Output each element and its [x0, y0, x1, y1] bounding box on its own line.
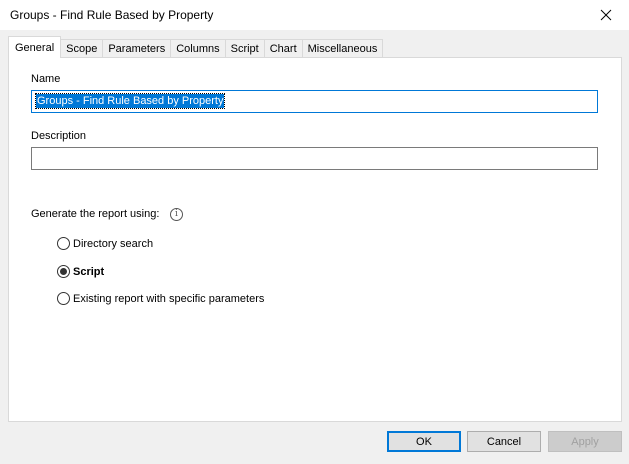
- close-button[interactable]: [583, 0, 629, 30]
- button-bar: OK Cancel Apply: [0, 422, 629, 464]
- title-bar: Groups - Find Rule Based by Property: [0, 0, 629, 30]
- tab-scope[interactable]: Scope: [60, 39, 104, 58]
- radio-directory-search[interactable]: [57, 237, 70, 250]
- cancel-button[interactable]: Cancel: [467, 431, 541, 452]
- name-value: Groups - Find Rule Based by Property: [34, 93, 226, 109]
- close-icon: [600, 9, 612, 21]
- description-field[interactable]: [31, 147, 598, 170]
- name-label: Name: [31, 73, 61, 85]
- info-icon[interactable]: i: [170, 208, 183, 221]
- apply-button[interactable]: Apply: [548, 431, 622, 452]
- tab-columns[interactable]: Columns: [170, 39, 226, 58]
- description-label: Description: [31, 130, 87, 142]
- option-existing-report[interactable]: Existing report with specific parameters: [57, 292, 264, 305]
- option-label: Script: [73, 265, 105, 278]
- name-field[interactable]: Groups - Find Rule Based by Property: [31, 90, 598, 113]
- option-label: Directory search: [73, 237, 154, 250]
- option-script[interactable]: Script: [57, 265, 104, 278]
- radio-selected-dot: [60, 268, 67, 275]
- ok-button[interactable]: OK: [387, 431, 461, 452]
- tab-miscellaneous[interactable]: Miscellaneous: [301, 39, 384, 58]
- radio-existing-report[interactable]: [57, 292, 70, 305]
- generate-label: Generate the report using:: [31, 208, 160, 220]
- tab-general[interactable]: General: [8, 36, 62, 58]
- tab-chart[interactable]: Chart: [263, 39, 303, 58]
- tab-script[interactable]: Script: [224, 39, 265, 58]
- tab-parameters[interactable]: Parameters: [102, 39, 172, 58]
- tab-strip: General Scope Parameters Columns Script …: [8, 36, 384, 58]
- radio-script[interactable]: [57, 265, 70, 278]
- option-directory-search[interactable]: Directory search: [57, 237, 153, 250]
- general-panel: Name Groups - Find Rule Based by Propert…: [8, 57, 622, 422]
- option-label: Existing report with specific parameters: [73, 292, 265, 305]
- window-title: Groups - Find Rule Based by Property: [10, 8, 214, 22]
